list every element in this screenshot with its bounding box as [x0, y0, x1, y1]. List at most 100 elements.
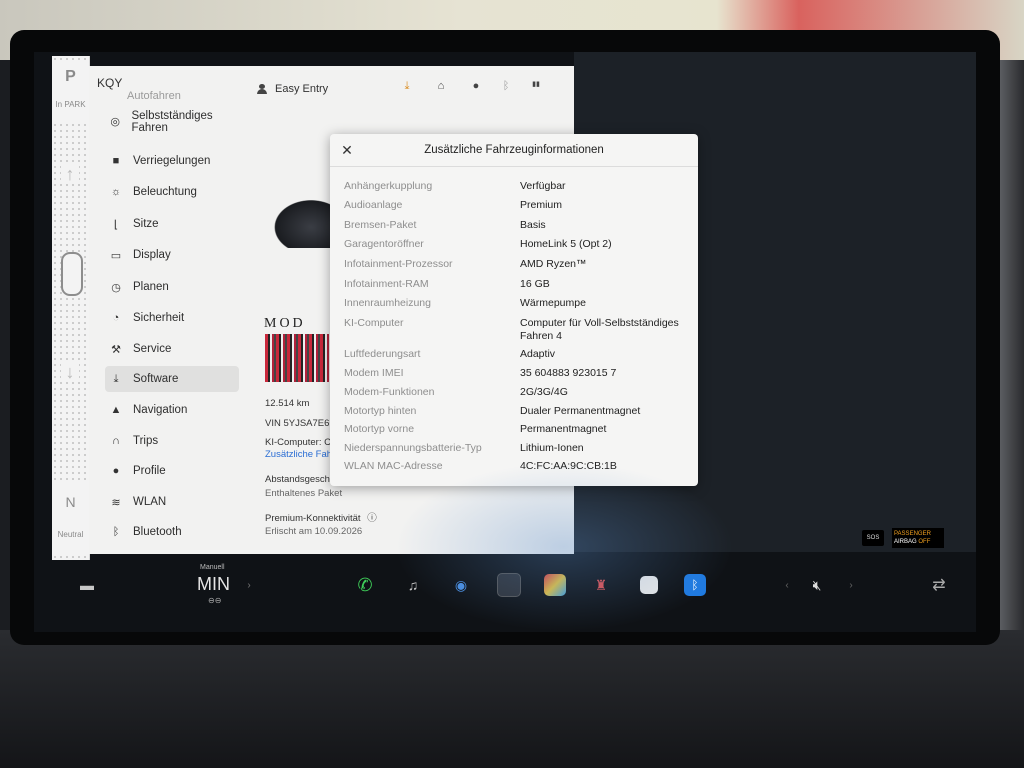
trips-icon: ∩	[112, 435, 120, 447]
volume-down-chevron-icon[interactable]: ‹	[780, 562, 794, 608]
info-key: Garagentoröffner	[344, 238, 424, 250]
menu-label: Software	[133, 373, 179, 385]
menu-label: Trips	[133, 435, 159, 447]
menu-label: Profile	[133, 465, 166, 477]
menu-label: WLAN	[133, 496, 167, 508]
vehicle-image	[269, 196, 339, 248]
gear-park-sub: In PARK	[55, 100, 86, 109]
gear-neutral[interactable]: N Neutral	[54, 484, 87, 556]
fan-icon: ⊖⊖	[208, 596, 222, 605]
wifi-icon: ≋	[111, 496, 121, 509]
info-value: 2G/3G/4G	[520, 386, 568, 398]
info-key: Anhängerkupplung	[344, 180, 433, 192]
dialog-divider	[330, 166, 698, 167]
info-key: Motortyp hinten	[344, 405, 417, 417]
home-icon[interactable]: ⌂	[434, 80, 448, 92]
menu-item-wlan[interactable]: ≋ WLAN	[105, 489, 239, 515]
gear-park[interactable]: P In PARK	[54, 62, 87, 122]
arrow-up-icon: ↑	[61, 164, 79, 184]
info-icon[interactable]: ⓘ	[367, 513, 377, 524]
camera-icon[interactable]: ◉	[448, 562, 474, 608]
shield-icon: ◔	[112, 312, 120, 324]
info-value: 35 604883 923015 7	[520, 367, 617, 379]
info-key: Audioanlage	[344, 199, 403, 211]
info-key: Infotainment-RAM	[344, 278, 429, 290]
toybox-icon[interactable]	[542, 562, 568, 608]
joystick-icon[interactable]: ♜	[588, 562, 614, 608]
menu-item-planen[interactable]: ◷ Planen	[105, 274, 239, 300]
launcher-icon[interactable]	[496, 562, 522, 608]
chevron-right-icon[interactable]: ›	[242, 562, 256, 608]
info-key: Innenraumheizung	[344, 297, 431, 309]
info-key: Motortyp vorne	[344, 423, 415, 435]
vehicle-info-dialog: ✕ Zusätzliche Fahrzeuginformationen Anhä…	[330, 134, 698, 486]
fan-speed[interactable]: MIN	[197, 574, 230, 595]
info-value: AMD Ryzen™	[520, 258, 587, 270]
vehicle-name: KQY	[97, 76, 123, 90]
menu-item-profile[interactable]: ● Profile	[105, 458, 239, 484]
airbag-state: OFF	[918, 539, 931, 545]
info-value: Computer für Voll-Selbstständiges Fahren…	[520, 317, 679, 342]
touchscreen: P In PARK ↑ ↓ N Neutral KQY Autofahren E…	[34, 52, 976, 632]
airbag-line2-wrap: AIRBAG OFF	[894, 538, 944, 546]
menu-item-sitze[interactable]: ⌊ Sitze	[105, 211, 239, 237]
info-key: Modem-Funktionen	[344, 386, 435, 398]
info-value: Lithium-Ionen	[520, 442, 584, 454]
premium-label: Premium-Konnektivität	[265, 513, 361, 524]
menu-item-selbststaendiges-fahren[interactable]: ◎ Selbstständiges Fahren	[105, 110, 239, 146]
info-value: HomeLink 5 (Opt 2)	[520, 238, 612, 250]
menu-item-sicherheit[interactable]: ◔ Sicherheit	[105, 305, 239, 331]
calendar-icon[interactable]	[636, 562, 662, 608]
menu-item-navigation[interactable]: ▲ Navigation	[105, 397, 239, 423]
person-icon: ●	[112, 465, 120, 477]
music-icon[interactable]: ♫	[400, 562, 426, 608]
menu-item-software[interactable]: ⤓ Software	[105, 366, 239, 392]
menu-item-display[interactable]: ▭ Display	[105, 242, 239, 268]
signal-icon: ▮▮	[532, 81, 540, 88]
expiry-date: Erlischt am 10.09.2026	[265, 526, 363, 537]
menu-item-bluetooth[interactable]: ᛒ Bluetooth	[105, 519, 239, 545]
odometer: 12.514 km	[265, 398, 310, 409]
bluetooth-icon[interactable]: ᛒ	[499, 80, 513, 92]
lock-icon: ■	[112, 155, 120, 167]
phone-icon[interactable]: ✆	[352, 562, 378, 608]
info-key: Bremsen-Paket	[344, 219, 417, 231]
arrow-down-icon: ↓	[61, 362, 79, 382]
info-key: Modem IMEI	[344, 367, 404, 379]
menu-label: Bluetooth	[133, 526, 182, 538]
download-icon[interactable]: ⤓	[400, 80, 414, 93]
volume-up-chevron-icon[interactable]: ›	[844, 562, 858, 608]
info-key: Infotainment-Prozessor	[344, 258, 453, 270]
menu-item-service[interactable]: ⚒ Service	[105, 336, 239, 362]
menu-item-partial[interactable]: Autofahren	[127, 90, 181, 102]
package-label: Enthaltenes Paket	[265, 488, 343, 499]
info-value: 16 GB	[520, 278, 550, 290]
additional-info-link[interactable]: Zusätzliche Fahr	[265, 449, 335, 460]
display-icon: ▭	[110, 249, 122, 262]
vin: VIN 5YJSA7E6	[265, 418, 330, 429]
menu-item-trips[interactable]: ∩ Trips	[105, 428, 239, 454]
wrench-icon: ⚒	[111, 343, 121, 356]
gear-selector-strip[interactable]: P In PARK ↑ ↓ N Neutral	[52, 56, 90, 560]
dialog-title: Zusätzliche Fahrzeuginformationen	[424, 144, 604, 156]
mute-icon[interactable]: 🔇︎	[804, 562, 830, 608]
info-key: WLAN MAC-Adresse	[344, 460, 443, 472]
passenger-airbag-badge: PASSENGER AIRBAG OFF	[892, 528, 944, 548]
light-icon: ☼	[110, 186, 122, 198]
bluetooth-app-icon[interactable]: ᛒ	[682, 562, 708, 608]
premium-connectivity: Premium-Konnektivität ⓘ	[265, 510, 377, 524]
menu-label: Display	[133, 249, 171, 261]
bell-icon[interactable]: ●	[469, 80, 483, 92]
menu-item-verriegelungen[interactable]: ■ Verriegelungen	[105, 148, 239, 174]
dashboard-background	[0, 630, 1024, 768]
menu-item-beleuchtung[interactable]: ☼ Beleuchtung	[105, 179, 239, 205]
swap-icon[interactable]: ⇄	[926, 562, 952, 608]
car-icon[interactable]: ▬	[72, 562, 102, 608]
menu-label: Verriegelungen	[133, 155, 211, 167]
info-value: Dualer Permanentmagnet	[520, 405, 641, 417]
steering-wheel-icon: ◎	[110, 115, 121, 128]
car-top-icon[interactable]	[61, 252, 83, 296]
profile-name: Easy Entry	[275, 83, 329, 95]
airbag-line1: PASSENGER	[894, 531, 931, 537]
person-icon	[257, 84, 267, 94]
